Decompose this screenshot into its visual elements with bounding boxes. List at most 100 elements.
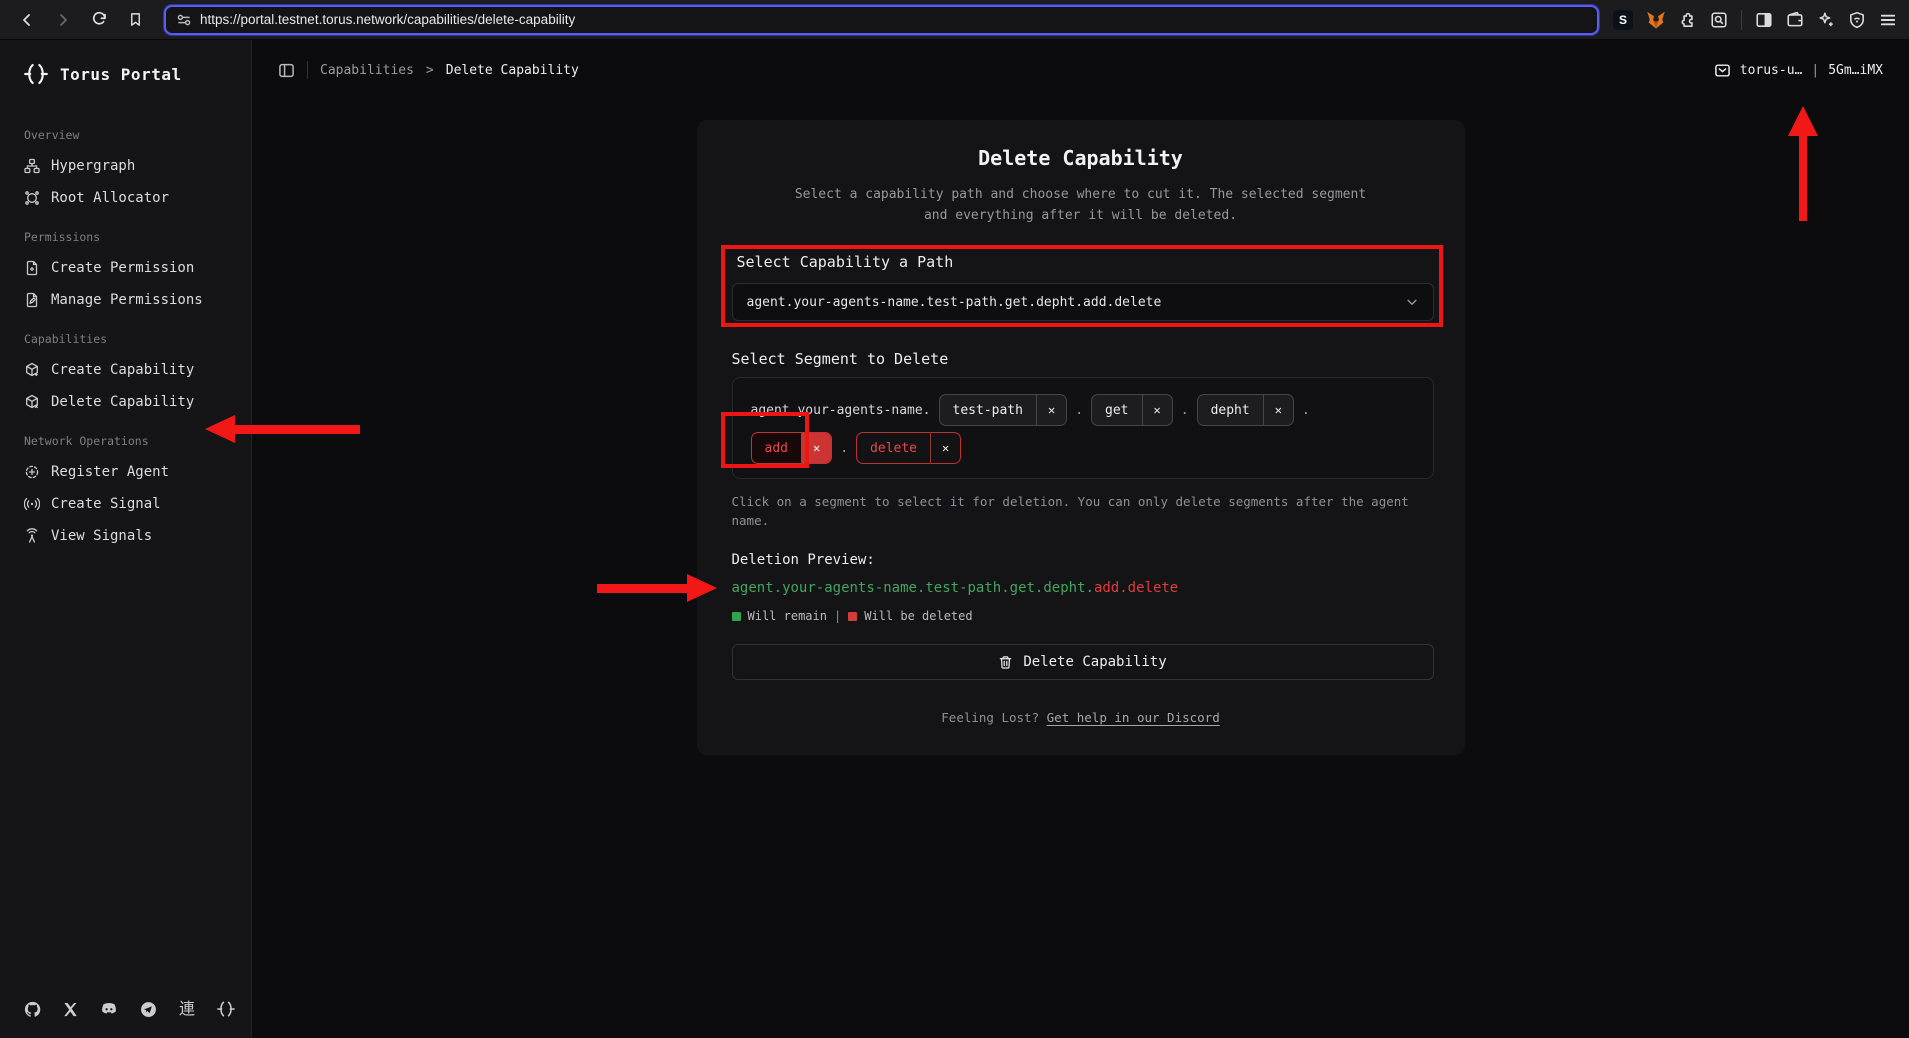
segment-chip-delete[interactable]: delete ✕ [856, 432, 961, 464]
toolbar-divider [1741, 10, 1742, 30]
sidebar-toggle-icon[interactable] [1755, 11, 1773, 29]
delete-capability-button[interactable]: Delete Capability [732, 644, 1434, 680]
sidebar-item-create-permission[interactable]: Create Permission [24, 252, 251, 284]
sidebar-item-label: View Signals [51, 528, 152, 544]
radio-icon [24, 496, 40, 512]
segment-chip-test-path[interactable]: test-path ✕ [939, 394, 1068, 426]
url-text[interactable]: https://portal.testnet.torus.network/cap… [200, 12, 575, 27]
extension-cluster: S [1613, 10, 1897, 30]
preview-deleted-path: add.delete [1094, 580, 1178, 596]
telegram-icon[interactable] [140, 1001, 157, 1018]
subwallet-extension-icon[interactable]: S [1613, 10, 1633, 30]
legend-deleted-swatch [848, 612, 857, 621]
remove-segment-icon[interactable]: ✕ [801, 433, 831, 463]
capability-path-select[interactable]: agent.your-agents-name.test-path.get.dep… [732, 283, 1434, 321]
path-select-value: agent.your-agents-name.test-path.get.dep… [747, 295, 1162, 310]
segment-chip-get[interactable]: get ✕ [1091, 394, 1173, 426]
reload-button[interactable] [84, 5, 114, 35]
screenshot-tool-icon[interactable] [1710, 11, 1728, 29]
bookmark-icon [128, 12, 143, 27]
panel-toggle-icon[interactable] [278, 62, 295, 79]
discord-help-link[interactable]: Get help in our Discord [1047, 710, 1220, 725]
sidebar-item-manage-permissions[interactable]: Manage Permissions [24, 284, 251, 316]
section-label: Network Operations [24, 434, 251, 448]
sidebar-item-create-signal[interactable]: Create Signal [24, 488, 251, 520]
section-label: Capabilities [24, 332, 251, 346]
breadcrumb-page: Delete Capability [446, 63, 579, 78]
path-dot: . [840, 441, 848, 456]
segment-label[interactable]: delete [857, 433, 930, 463]
wallet-separator: | [1811, 63, 1819, 78]
app-logo-row[interactable]: Torus Portal [24, 62, 251, 86]
path-dot: . [1075, 403, 1083, 418]
segment-row-2: add ✕ . delete ✕ [751, 432, 1415, 464]
shield-icon[interactable] [1848, 11, 1866, 29]
legend-remain-swatch [732, 612, 741, 621]
wallet-chip[interactable]: torus-u… | 5Gm…iMX [1714, 62, 1883, 79]
card-footer: Feeling Lost? Get help in our Discord [697, 710, 1465, 725]
metamask-extension-icon[interactable] [1646, 10, 1666, 30]
path-dot: . [1302, 403, 1310, 418]
preview-remaining-path: agent.your-agents-name.test-path.get.dep… [732, 580, 1094, 596]
segment-label[interactable]: test-path [940, 395, 1036, 425]
breadcrumb: Capabilities > Delete Capability [278, 61, 579, 79]
github-icon[interactable] [24, 1001, 41, 1018]
segment-label[interactable]: get [1092, 395, 1141, 425]
sidebar-item-view-signals[interactable]: View Signals [24, 520, 251, 552]
sidebar-item-label: Hypergraph [51, 158, 135, 174]
browser-chrome: https://portal.testnet.torus.network/cap… [0, 0, 1909, 40]
discord-icon[interactable] [100, 1000, 118, 1018]
footer-text: Feeling Lost? [941, 710, 1039, 725]
segment-label[interactable]: depht [1198, 395, 1263, 425]
card-title: Delete Capability [697, 146, 1465, 170]
torus-footer-icon[interactable] [217, 1000, 235, 1018]
package-x-icon [24, 394, 40, 410]
sidebar-item-label: Create Capability [51, 362, 194, 378]
preview-legend: Will remain | Will be deleted [732, 609, 973, 623]
segment-chip-add-selected[interactable]: add ✕ [751, 432, 833, 464]
forward-button[interactable] [48, 5, 78, 35]
antenna-icon [24, 528, 40, 544]
x-twitter-icon[interactable] [63, 1002, 78, 1017]
root-allocator-icon [24, 190, 40, 206]
remove-segment-icon[interactable]: ✕ [930, 433, 960, 463]
wallet-icon [1714, 62, 1731, 79]
section-label: Overview [24, 128, 251, 142]
breadcrumb-section[interactable]: Capabilities [320, 63, 414, 78]
sidebar-item-hypergraph[interactable]: Hypergraph [24, 150, 251, 182]
wallet-name: torus-u… [1740, 63, 1803, 78]
sidebar-item-create-capability[interactable]: Create Capability [24, 354, 251, 386]
sidebar: Torus Portal Overview Hypergraph Root Al… [0, 40, 252, 1038]
card-subtitle: Select a capability path and choose wher… [781, 184, 1381, 226]
delete-capability-card: Delete Capability Select a capability pa… [697, 120, 1465, 755]
chevron-right-icon [55, 12, 71, 28]
path-select-label: Select Capability a Path [737, 253, 954, 271]
sidebar-item-root-allocator[interactable]: Root Allocator [24, 182, 251, 214]
back-button[interactable] [12, 5, 42, 35]
segment-chip-depht[interactable]: depht ✕ [1197, 394, 1294, 426]
url-bar[interactable]: https://portal.testnet.torus.network/cap… [164, 5, 1599, 35]
remove-segment-icon[interactable]: ✕ [1142, 395, 1172, 425]
sidebar-item-label: Create Signal [51, 496, 161, 512]
sidebar-section-overview: Overview Hypergraph Root Allocator [24, 128, 251, 214]
ai-sparkle-icon[interactable] [1817, 11, 1835, 29]
hypergraph-icon [24, 158, 40, 174]
extensions-puzzle-icon[interactable] [1679, 11, 1697, 29]
remove-segment-icon[interactable]: ✕ [1263, 395, 1293, 425]
file-pen-icon [24, 292, 40, 308]
firefox-wallet-icon[interactable] [1786, 11, 1804, 29]
menu-hamburger-icon[interactable] [1879, 11, 1897, 29]
sidebar-item-label: Delete Capability [51, 394, 194, 410]
legend-deleted-label: Will be deleted [864, 609, 972, 623]
remove-segment-icon[interactable]: ✕ [1036, 395, 1066, 425]
wallet-address: 5Gm…iMX [1828, 63, 1883, 78]
lian-community-icon[interactable]: 連 [179, 1001, 195, 1017]
segment-row-1: agent.your-agents-name. test-path ✕ . ge… [751, 394, 1415, 426]
sidebar-item-delete-capability[interactable]: Delete Capability [24, 386, 251, 418]
package-plus-icon [24, 362, 40, 378]
bookmark-button[interactable] [120, 5, 150, 35]
segment-label[interactable]: add [752, 433, 801, 463]
tracking-protection-icon[interactable] [176, 12, 192, 28]
sidebar-item-register-agent[interactable]: Register Agent [24, 456, 251, 488]
sidebar-section-permissions: Permissions Create Permission Manage Per… [24, 230, 251, 316]
